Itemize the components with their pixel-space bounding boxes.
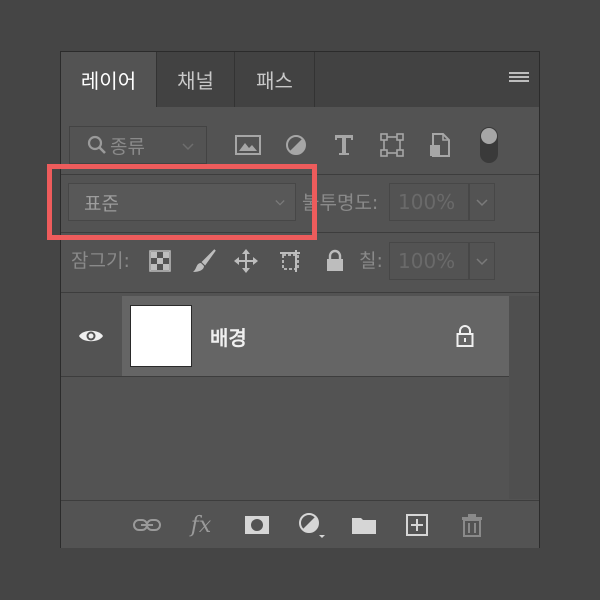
layer-lock-icon: [456, 325, 474, 347]
eye-icon: [79, 330, 103, 342]
layers-panel: 레이어 채널 패스 종류 표준 불투명도: 100% 잠그기: 칠: 100% …: [60, 51, 540, 548]
add-mask-button[interactable]: [243, 511, 271, 539]
fill-dropdown-button[interactable]: [469, 242, 495, 280]
adjustment-circle-icon: [286, 135, 306, 155]
move-arrows-icon: [234, 249, 258, 273]
trash-icon: [462, 514, 482, 537]
crop-frame-icon: [280, 250, 300, 272]
filter-smart-object-icon[interactable]: [425, 130, 455, 160]
filter-type-layer-icon[interactable]: [329, 130, 359, 160]
tab-layers[interactable]: 레이어: [61, 52, 157, 107]
layer-name: 배경: [210, 326, 247, 350]
filter-pixel-layer-icon[interactable]: [233, 130, 263, 160]
link-icon: [133, 519, 161, 531]
filter-label: 종류: [110, 135, 145, 158]
type-t-icon: [335, 135, 353, 155]
tab-paths-label: 패스: [256, 69, 293, 93]
search-icon: [87, 135, 106, 154]
fx-icon: fx: [190, 512, 212, 538]
image-icon: [235, 135, 261, 155]
checkerboard-icon: [149, 250, 171, 272]
tab-paths[interactable]: 패스: [235, 52, 315, 107]
filter-shape-layer-icon[interactable]: [377, 130, 407, 160]
tab-channels-label: 채널: [177, 69, 214, 93]
layer-filter-select[interactable]: 종류: [69, 126, 207, 164]
layer-list: 배경: [61, 296, 509, 499]
lock-artboard-icon[interactable]: [276, 246, 306, 276]
filter-toggle-switch[interactable]: [479, 126, 499, 164]
layer-row-background[interactable]: 배경: [122, 296, 509, 376]
panel-menu-icon[interactable]: [509, 72, 529, 86]
lock-icon: [327, 249, 343, 271]
opacity-input[interactable]: 100%: [389, 183, 469, 221]
lock-image-pixels-icon[interactable]: [189, 246, 219, 276]
folder-icon: [352, 518, 376, 534]
tab-layers-label: 레이어: [80, 69, 137, 93]
link-layers-button[interactable]: [133, 511, 161, 539]
new-layer-button[interactable]: [403, 511, 431, 539]
mask-icon: [245, 516, 269, 534]
layer-style-button[interactable]: fx: [187, 511, 215, 539]
lock-position-icon[interactable]: [231, 246, 261, 276]
chevron-down-icon: [182, 143, 194, 151]
panel-tab-bar: 레이어 채널 패스: [61, 52, 539, 107]
new-adjustment-layer-button[interactable]: [297, 511, 325, 539]
add-layer-icon: [406, 514, 428, 536]
highlight-box: [47, 164, 317, 240]
shape-transform-icon: [380, 133, 404, 157]
lock-label: 잠그기:: [71, 250, 130, 272]
fill-label: 칠:: [359, 250, 383, 272]
adjustment-circle-icon: [299, 513, 325, 538]
brush-icon: [193, 249, 216, 272]
filter-adjustment-layer-icon[interactable]: [281, 130, 311, 160]
new-group-button[interactable]: [350, 511, 378, 539]
layer-visibility-toggle[interactable]: [61, 296, 121, 376]
chevron-down-icon: [476, 199, 488, 207]
lock-transparent-pixels-icon[interactable]: [145, 246, 175, 276]
panel-footer-toolbar: fx: [61, 500, 539, 548]
chevron-down-icon: [476, 258, 488, 266]
layer-thumbnail: [130, 305, 192, 367]
smart-object-icon: [430, 133, 450, 157]
opacity-dropdown-button[interactable]: [469, 183, 495, 221]
layer-list-scrollbar[interactable]: [509, 296, 539, 499]
tab-channels[interactable]: 채널: [157, 52, 235, 107]
lock-all-icon[interactable]: [320, 246, 350, 276]
fill-input[interactable]: 100%: [389, 242, 469, 280]
delete-layer-button[interactable]: [458, 511, 486, 539]
